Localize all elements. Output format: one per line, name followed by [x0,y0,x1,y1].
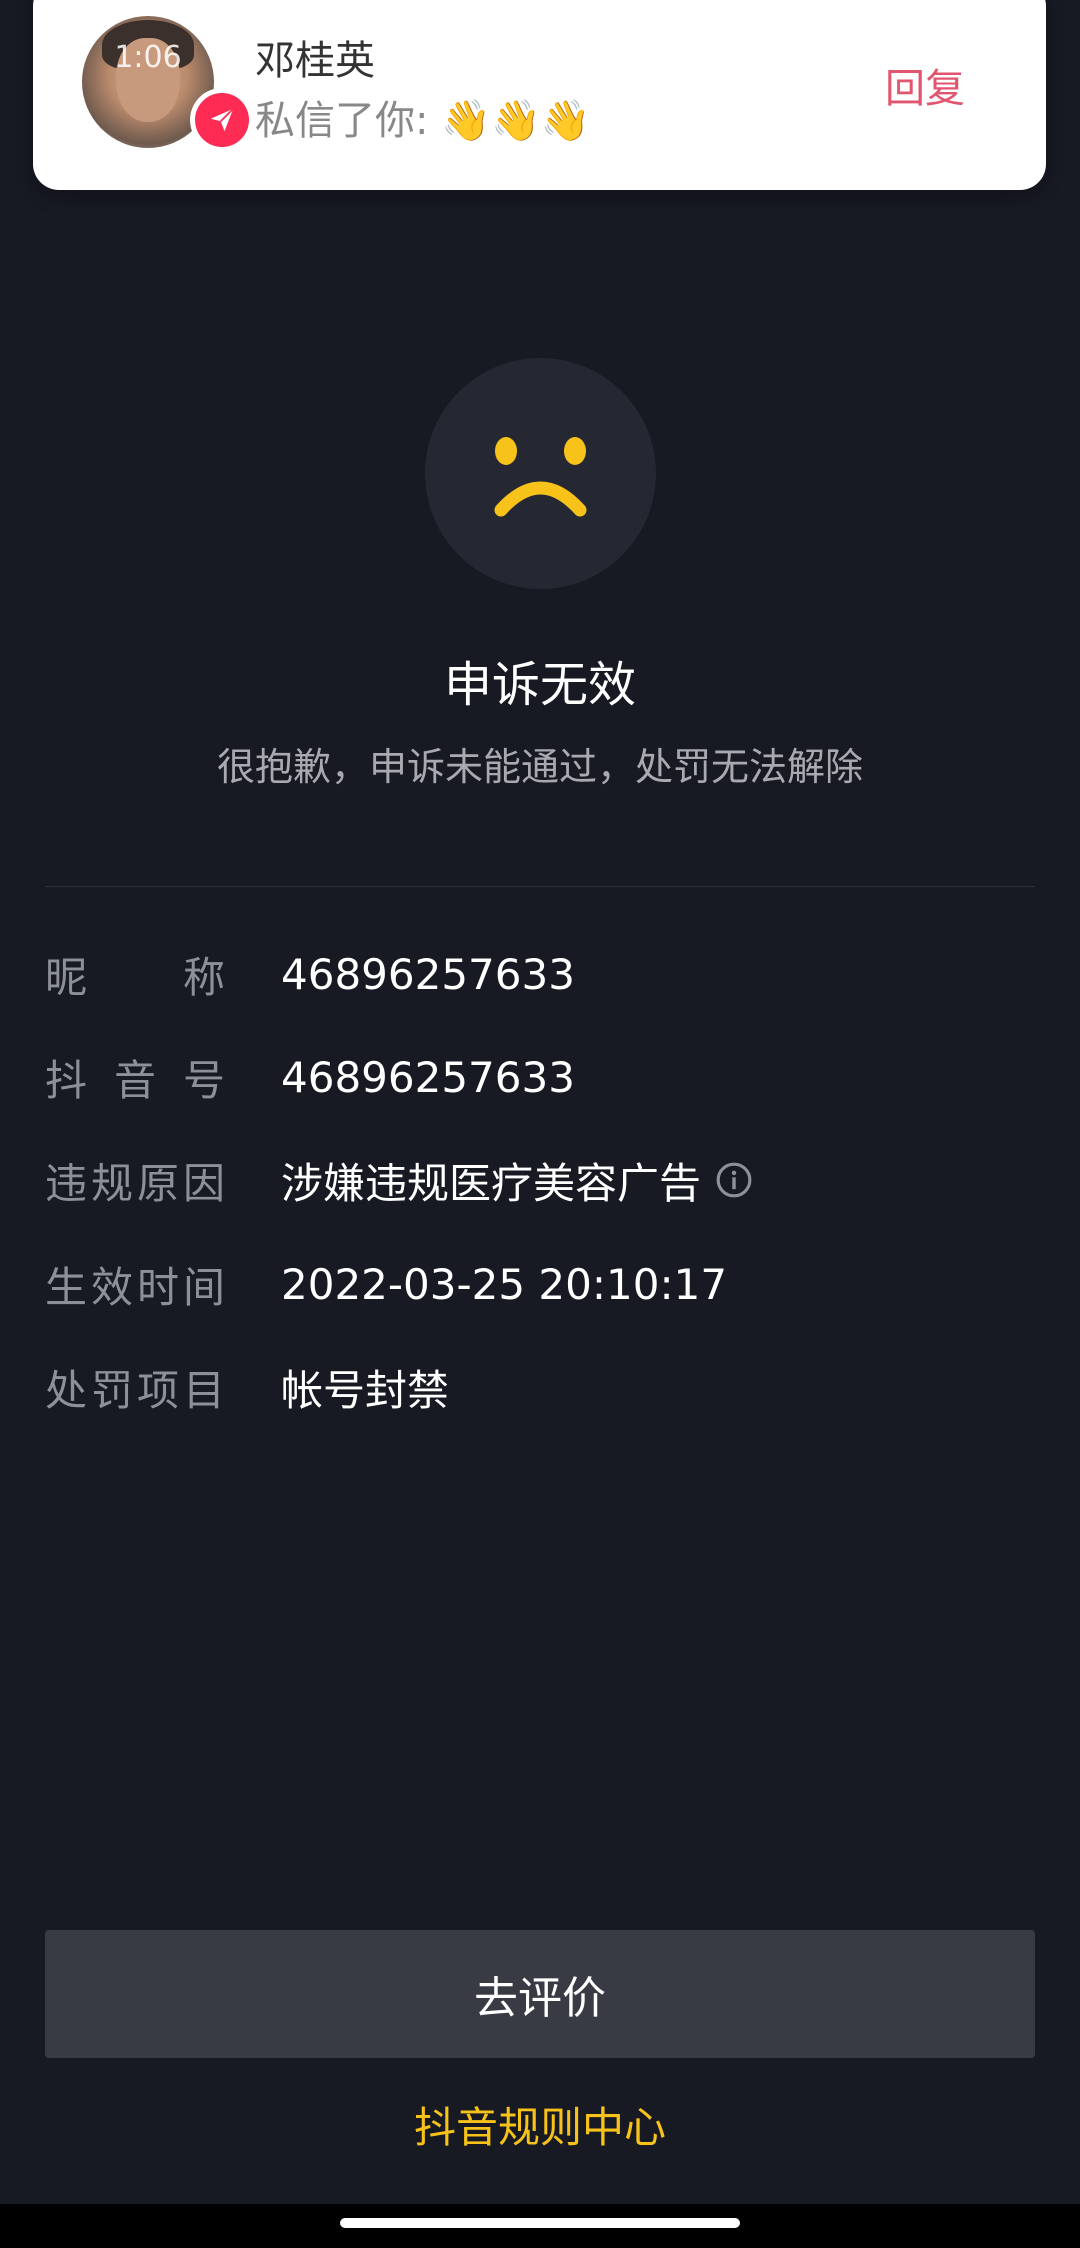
detail-label: 昵称 [45,952,225,1002]
rules-center-link[interactable]: 抖音规则中心 [0,2094,1080,2155]
evaluate-button[interactable]: 去评价 [45,1930,1035,2058]
info-icon[interactable] [715,1161,753,1199]
detail-row-violation-reason: 违规原因 涉嫌违规医疗美容广告 [45,1150,1035,1210]
detail-label: 抖音号 [45,1055,225,1105]
detail-row-douyin-id: 抖音号 46896257633 [45,1047,1035,1107]
direct-message-badge [190,88,254,152]
notification-sender: 邓桂英 [255,38,375,84]
divider [45,886,1035,887]
detail-row-penalty: 处罚项目 帐号封禁 [45,1357,1035,1417]
paper-plane-icon [210,108,234,132]
reply-button[interactable]: 回复 [885,56,965,114]
detail-value: 2022-03-25 20:10:17 [281,1259,728,1309]
detail-value: 46896257633 [281,949,575,999]
detail-label: 生效时间 [45,1262,225,1312]
detail-row-effective-time: 生效时间 2022-03-25 20:10:17 [45,1254,1035,1314]
message-notification[interactable]: 1:06 邓桂英 私信了你: 👋👋👋 回复 [33,0,1046,190]
detail-value-with-icon: 涉嫌违规医疗美容广告 [281,1150,753,1211]
avatar-time-text: 1:06 [114,40,182,75]
detail-value: 帐号封禁 [281,1365,450,1415]
appeal-result-page: 1:06 邓桂英 私信了你: 👋👋👋 回复 申诉无效 很抱歉，申诉未能通过，处罚… [0,0,1080,2248]
result-title: 申诉无效 [443,657,636,713]
result-subtitle: 很抱歉，申诉未能通过，处罚无法解除 [216,745,863,789]
detail-label: 违规原因 [45,1158,225,1208]
detail-value: 涉嫌违规医疗美容广告 [281,1158,702,1208]
home-indicator[interactable] [340,2218,740,2228]
notification-message: 私信了你: 👋👋👋 [255,98,591,144]
detail-row-nickname: 昵称 46896257633 [45,944,1035,1004]
detail-label: 处罚项目 [45,1365,225,1415]
detail-value: 46896257633 [281,1052,575,1102]
sad-face-icon [425,358,656,589]
